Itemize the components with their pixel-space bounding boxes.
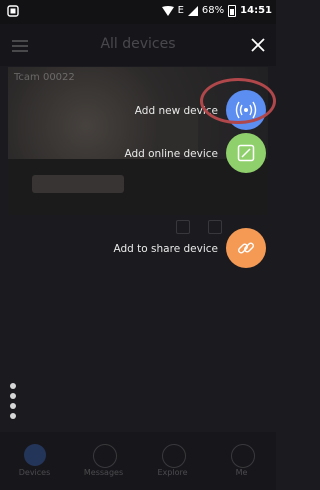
bottom-nav: Devices Messages Explore Me — [0, 432, 276, 490]
top-bar: All devices — [0, 24, 276, 66]
fab-add-online-device[interactable]: Add online device — [0, 133, 276, 181]
network-type: E — [177, 5, 184, 16]
battery-icon — [228, 5, 237, 17]
close-button[interactable] — [248, 35, 268, 55]
link-icon — [238, 242, 254, 254]
messages-icon — [93, 444, 117, 468]
more-handle[interactable] — [10, 383, 16, 423]
status-bar: E 68% 14:51 — [0, 0, 276, 24]
fab-label-add-online-device[interactable]: Add online device — [124, 148, 218, 160]
me-icon — [231, 444, 255, 468]
fab-add-to-share-device[interactable]: Add to share device — [0, 228, 276, 276]
clock: 14:51 — [240, 5, 272, 16]
nav-label-devices: Devices — [18, 468, 51, 477]
explore-icon — [162, 444, 186, 468]
nav-label-me: Me — [235, 468, 248, 477]
add-online-device-button[interactable] — [226, 133, 266, 173]
nav-label-messages: Messages — [83, 468, 124, 477]
battery-percent: 68% — [201, 5, 225, 16]
close-icon — [251, 38, 265, 52]
signal-icon — [187, 6, 198, 16]
nav-item-explore[interactable]: Explore — [138, 432, 207, 490]
nav-label-explore: Explore — [157, 468, 188, 477]
notification-icon — [7, 5, 19, 17]
camera-label: Tcam 00022 — [14, 72, 75, 83]
nav-item-me[interactable]: Me — [207, 432, 276, 490]
wifi-icon — [161, 6, 174, 16]
status-right: E 68% 14:51 — [161, 5, 272, 17]
devices-icon — [24, 444, 46, 466]
highlight-circle — [200, 78, 276, 124]
page-title: All devices — [100, 36, 176, 52]
nav-item-messages[interactable]: Messages — [69, 432, 138, 490]
fab-label-add-to-share-device[interactable]: Add to share device — [114, 243, 218, 255]
add-to-share-device-button[interactable] — [226, 228, 266, 268]
checkbox-slash-icon — [237, 144, 255, 162]
nav-item-devices[interactable]: Devices — [0, 432, 69, 490]
